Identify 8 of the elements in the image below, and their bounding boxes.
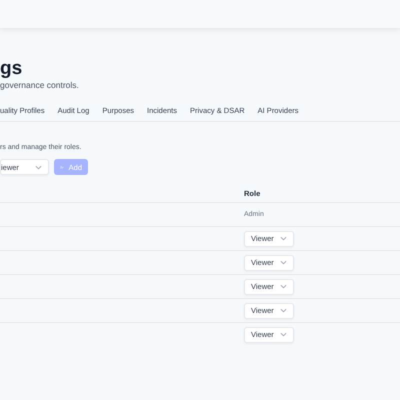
chevron-down-icon [280,308,287,313]
chevron-down-icon [280,260,287,265]
page-title: gs [0,59,24,79]
chevron-down-icon [35,164,42,170]
chevron-down-icon [280,284,287,289]
chevron-down-icon [280,236,287,241]
page-subtitle: governance controls. [0,80,80,90]
chevron-down-icon [280,332,287,337]
